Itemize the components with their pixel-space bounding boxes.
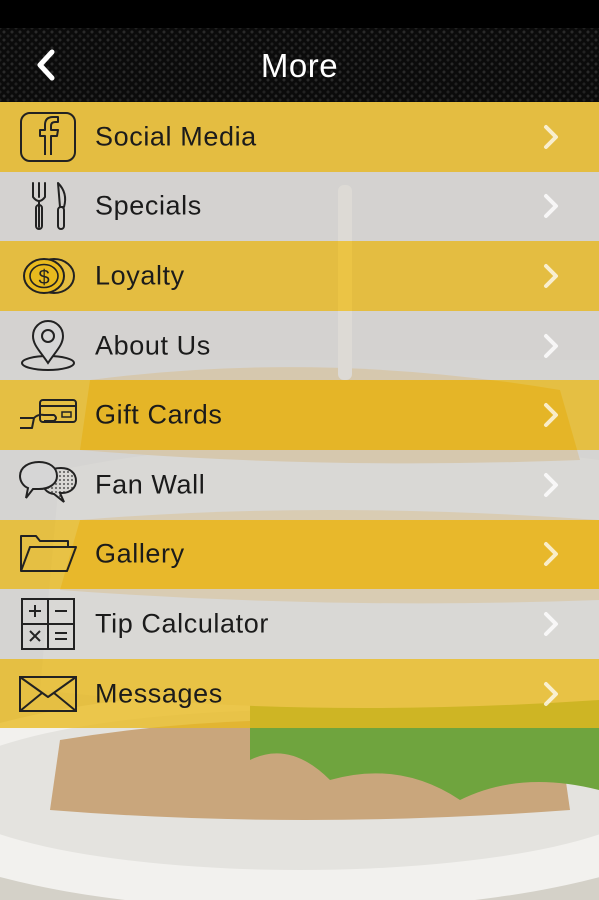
menu-item-label: Gift Cards [95,399,223,430]
menu-item-messages[interactable]: Messages [0,658,599,729]
menu-item-label: Specials [95,190,202,221]
fork-knife-icon [17,178,79,234]
app-header: More [0,28,599,102]
menu-item-fan-wall[interactable]: Fan Wall [0,449,599,520]
svg-text:$: $ [38,267,49,289]
menu-item-label: Messages [95,678,223,709]
menu-item-about-us[interactable]: About Us [0,310,599,381]
menu-item-gallery[interactable]: Gallery [0,519,599,590]
envelope-icon [17,666,79,722]
facebook-icon [17,109,79,165]
more-menu-list: Social Media Specials $ Loyalty About Us… [0,102,599,729]
menu-item-label: Tip Calculator [95,608,269,639]
coins-icon: $ [17,248,79,304]
menu-item-gift-cards[interactable]: Gift Cards [0,380,599,450]
calculator-icon [17,596,79,652]
menu-item-label: Social Media [95,121,257,152]
chevron-right-icon [544,124,558,149]
menu-item-label: About Us [95,330,211,361]
chevron-right-icon [544,403,558,428]
page-title: More [260,47,339,84]
menu-item-social-media[interactable]: Social Media [0,102,599,172]
folder-icon [17,526,79,582]
menu-item-specials[interactable]: Specials [0,171,599,242]
chevron-right-icon [544,611,558,636]
chevron-right-icon [544,542,558,567]
chevron-right-icon [544,333,558,358]
gift-card-icon [17,387,79,443]
menu-item-tip-calculator[interactable]: Tip Calculator [0,589,599,659]
chevron-right-icon [544,472,558,497]
menu-item-label: Gallery [95,538,185,569]
menu-item-label: Fan Wall [95,469,206,500]
chevron-right-icon [544,263,558,288]
chat-bubbles-icon [17,457,79,513]
status-bar [0,0,599,28]
menu-item-loyalty[interactable]: $ Loyalty [0,241,599,311]
chevron-right-icon [544,681,558,706]
map-pin-icon [17,318,79,374]
chevron-right-icon [544,194,558,219]
menu-item-label: Loyalty [95,260,185,291]
